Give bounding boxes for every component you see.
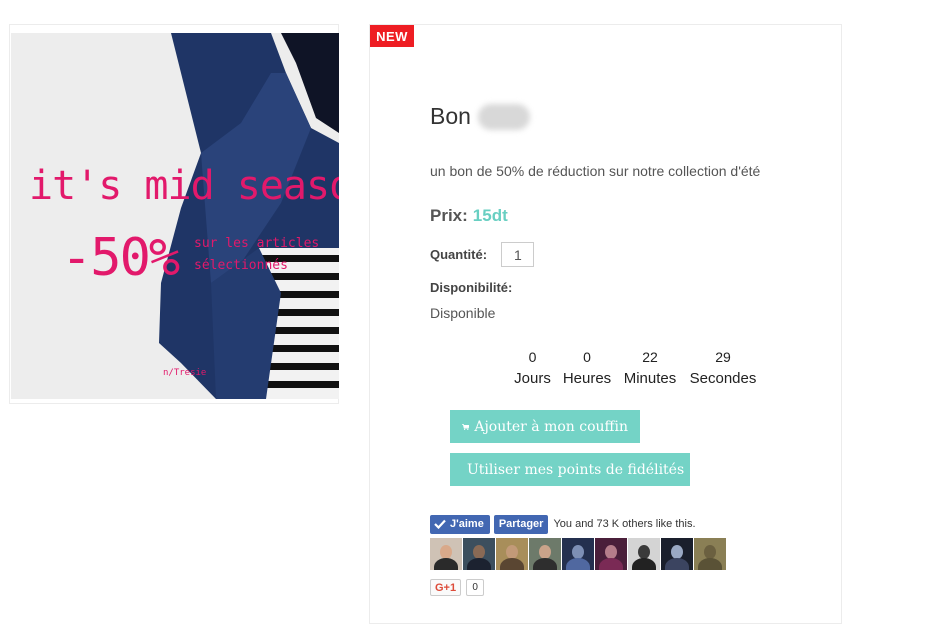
promo-subtext-line1: sur les articles [194, 236, 320, 251]
use-loyalty-points-label: Utiliser mes points de fidélités [467, 461, 685, 478]
friend-avatars [430, 538, 727, 570]
price-value: 15dt [472, 206, 508, 225]
facebook-like-button[interactable]: J'aime [430, 514, 490, 534]
countdown-hours-label: Heures [562, 370, 612, 387]
add-to-cart-label: Ajouter à mon couffin [474, 418, 628, 435]
avatar[interactable] [463, 538, 495, 570]
facebook-share-button[interactable]: Partager [493, 514, 549, 534]
countdown-seconds: 29 Secondes [682, 348, 764, 387]
avatar[interactable] [562, 538, 594, 570]
promo-brand-text: n/Tresie [163, 368, 207, 378]
facebook-like-label: J'aime [450, 518, 484, 530]
avatar[interactable] [628, 538, 660, 570]
avatar[interactable] [661, 538, 693, 570]
facebook-share-label: Partager [498, 518, 544, 530]
facebook-like-widget: J'aime Partager You and 73 K others like… [430, 514, 696, 534]
google-plus-button[interactable]: G+1 [430, 579, 462, 596]
avatar[interactable] [529, 538, 561, 570]
cart-icon [462, 423, 470, 430]
price-label: Prix: [430, 206, 468, 225]
availability-value: Disponible [430, 305, 496, 321]
countdown-days-value: 0 [528, 349, 537, 365]
promo-discount: -50% [61, 228, 180, 288]
avatar[interactable] [430, 538, 462, 570]
add-to-cart-button[interactable]: Ajouter à mon couffin [450, 410, 640, 443]
countdown-days-label: Jours [514, 370, 551, 387]
google-plus-count: 0 [466, 579, 485, 596]
countdown-minutes: 22 Minutes [616, 348, 684, 387]
checkmark-icon [434, 519, 446, 529]
product-title: Bon [430, 103, 530, 130]
facebook-social-text: You and 73 K others like this. [553, 518, 696, 530]
quantity-label: Quantité: [430, 247, 488, 262]
blurred-title-word [477, 103, 530, 130]
product-image[interactable]: it's mid season -50% sur les articles sé… [11, 33, 339, 399]
countdown-seconds-value: 29 [715, 349, 731, 365]
new-badge: NEW [370, 25, 414, 47]
countdown-minutes-value: 22 [642, 349, 658, 365]
avatar[interactable] [694, 538, 726, 570]
availability-label: Disponibilité: [430, 280, 513, 295]
quantity-input[interactable] [501, 242, 534, 267]
avatar[interactable] [496, 538, 528, 570]
countdown-days: 0 Jours [505, 348, 560, 387]
avatar[interactable] [595, 538, 627, 570]
use-loyalty-points-button[interactable]: Utiliser mes points de fidélités [450, 453, 690, 486]
google-plus-widget: G+1 0 [430, 579, 485, 596]
product-description: un bon de 50% de réduction sur notre col… [430, 163, 761, 179]
countdown-hours-value: 0 [583, 349, 591, 365]
promo-subtext-line2: sélectionnés [194, 258, 288, 273]
countdown-seconds-label: Secondes [689, 370, 757, 387]
promo-subtext: sur les articles sélectionnés [194, 233, 319, 277]
product-image-card: it's mid season -50% sur les articles sé… [9, 24, 339, 404]
promo-headline: it's mid season [29, 163, 339, 209]
countdown-hours: 0 Heures [556, 348, 618, 387]
countdown-minutes-label: Minutes [623, 370, 677, 387]
price: Prix: 15dt [430, 206, 508, 226]
promo-illustration [11, 33, 339, 399]
product-title-text: Bon [430, 103, 471, 129]
